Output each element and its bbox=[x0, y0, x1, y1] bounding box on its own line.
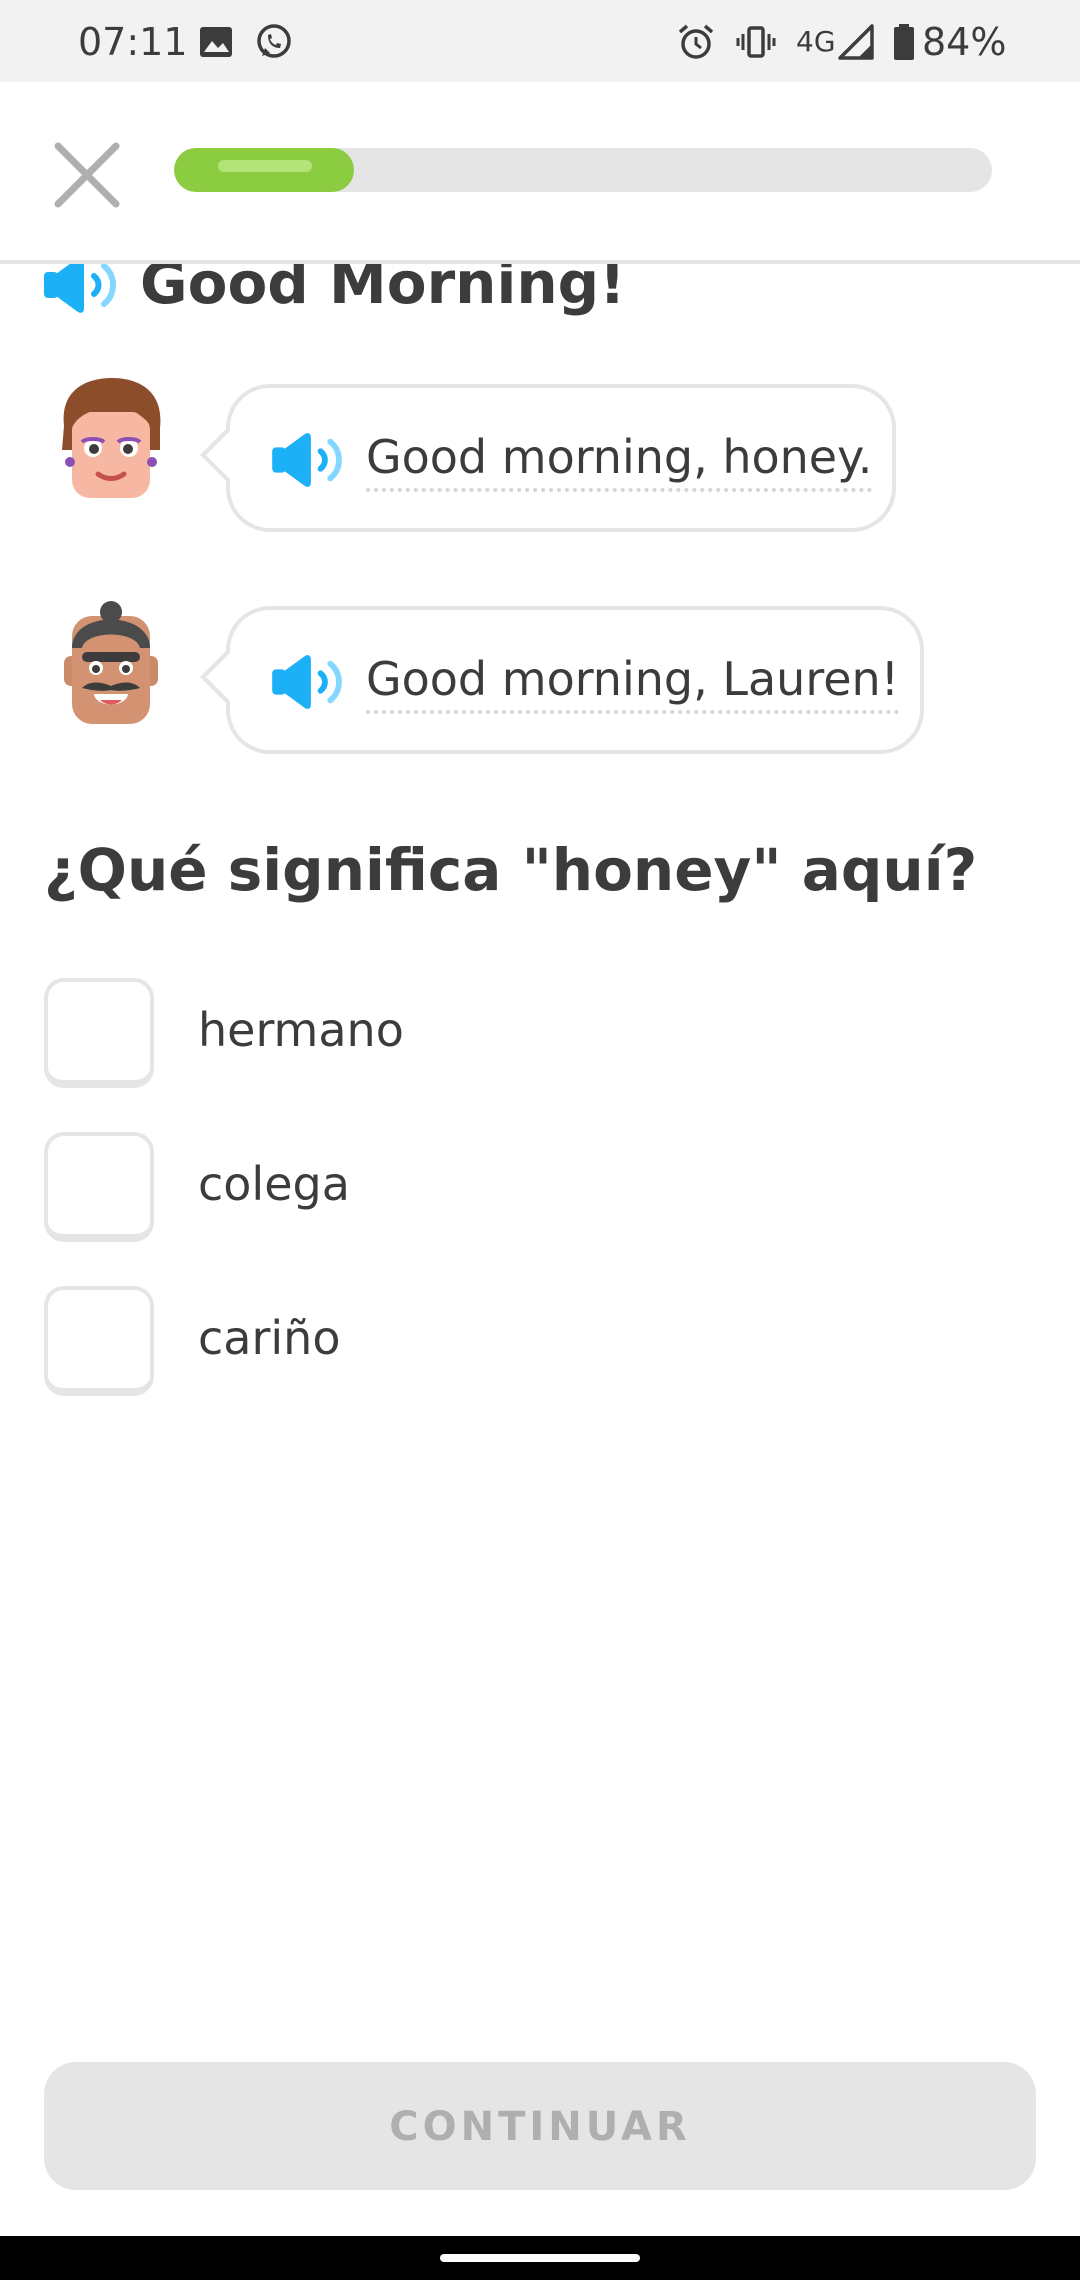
option-label: colega bbox=[198, 1157, 350, 1211]
option-checkbox[interactable] bbox=[44, 1286, 154, 1396]
dialogue-text[interactable]: Good morning, honey. bbox=[366, 426, 873, 492]
network-type: 4G bbox=[796, 25, 836, 58]
speaker-icon[interactable] bbox=[42, 264, 120, 316]
option-checkbox[interactable] bbox=[44, 978, 154, 1088]
answer-option-colega[interactable]: colega bbox=[44, 1132, 1024, 1242]
battery-percent: 84% bbox=[922, 20, 1007, 64]
answer-option-hermano[interactable]: hermano bbox=[44, 978, 1024, 1088]
woman-avatar bbox=[62, 378, 161, 498]
story-title-row: Good Morning! bbox=[0, 264, 1080, 316]
lesson-progress-fill bbox=[174, 148, 354, 192]
dialogue-text[interactable]: Good morning, Lauren! bbox=[366, 648, 900, 714]
dialogue-bubble-2: Good morning, Lauren! bbox=[200, 606, 924, 754]
question-prompt: ¿Qué significa "honey" aquí? bbox=[44, 836, 978, 904]
lesson-progress-bar bbox=[174, 148, 992, 192]
battery-icon bbox=[894, 24, 914, 60]
option-label: cariño bbox=[198, 1311, 341, 1365]
story-title: Good Morning! bbox=[140, 264, 626, 316]
vibrate-icon bbox=[736, 26, 776, 58]
status-time: 07:11 bbox=[78, 20, 188, 64]
whatsapp-icon bbox=[257, 24, 291, 58]
option-checkbox[interactable] bbox=[44, 1132, 154, 1242]
lesson-header bbox=[0, 82, 1080, 264]
lesson-screen: 07:11 4G 84% Good Morning! Good morning,… bbox=[0, 0, 1080, 2280]
status-bar: 07:11 4G 84% bbox=[0, 0, 1080, 82]
option-label: hermano bbox=[198, 1003, 404, 1057]
answer-option-carino[interactable]: cariño bbox=[44, 1286, 1024, 1396]
image-icon bbox=[200, 27, 232, 57]
dialogue-bubble-1: Good morning, honey. bbox=[200, 384, 896, 532]
system-nav-bar bbox=[0, 2236, 1080, 2280]
home-indicator[interactable] bbox=[440, 2254, 640, 2262]
alarm-icon bbox=[678, 24, 714, 59]
speaker-icon[interactable] bbox=[270, 652, 346, 712]
signal-icon bbox=[838, 24, 874, 60]
man-avatar bbox=[64, 601, 158, 724]
close-icon[interactable] bbox=[44, 132, 130, 218]
continue-button[interactable]: CONTINUAR bbox=[44, 2062, 1036, 2190]
speaker-icon[interactable] bbox=[270, 430, 346, 490]
